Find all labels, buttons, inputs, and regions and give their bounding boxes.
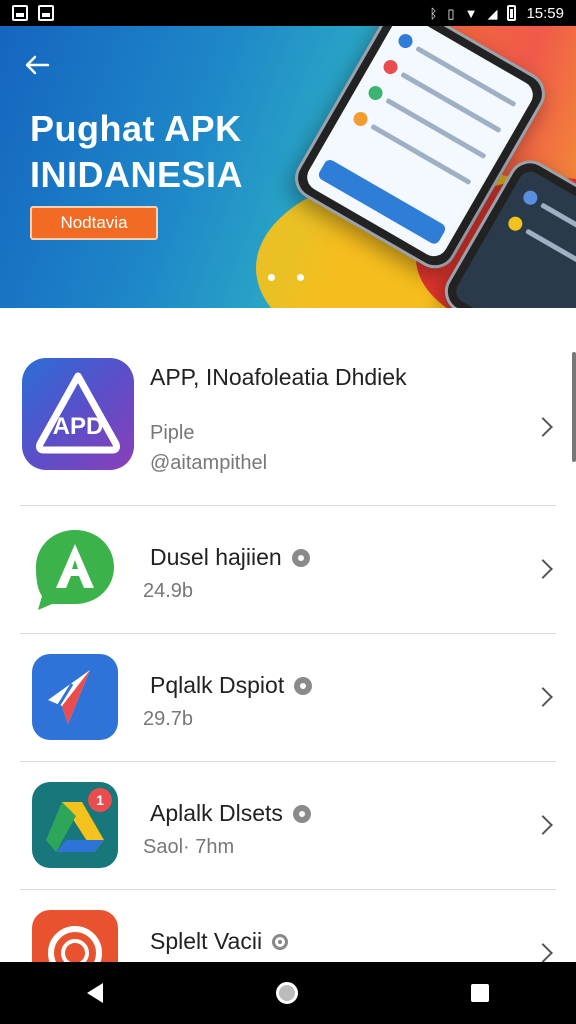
banner-title: Pughat APK INIDANESIA (30, 108, 244, 195)
back-arrow-icon[interactable] (24, 54, 50, 76)
app-title-text: Pqlalk Dspiot (150, 672, 285, 698)
app-list: APD APP, INoafoleatia Dhdiek Piple @aita… (0, 336, 576, 1018)
app-meta: 29.7b (143, 708, 194, 730)
signal-icon: ◢ (487, 5, 498, 21)
chevron-right-icon[interactable] (533, 417, 553, 437)
chevron-right-icon[interactable] (533, 687, 553, 707)
verified-badge-icon (294, 676, 313, 695)
app-title: APP, INoafoleatia Dhdiek (150, 364, 407, 390)
app-icon-drive: 1 (32, 782, 118, 868)
bluetooth-icon: ᛒ (429, 5, 438, 21)
app-meta: 24.9b (143, 580, 194, 602)
vibrate-icon: ▯ (447, 5, 455, 21)
app-title: Splelt Vacii (150, 928, 289, 955)
scrollbar[interactable] (572, 352, 576, 462)
app-icon-blue-compass (32, 654, 118, 740)
app-title-text: Dusel hajiien (150, 544, 282, 570)
list-item[interactable]: 1 Aplalk Dlsets Saol· 7hm (0, 762, 576, 890)
nav-home-icon[interactable] (275, 982, 298, 1004)
app-title: Pqlalk Dspiot (150, 672, 313, 699)
app-icon-apd: APD (22, 358, 134, 470)
nav-recents-icon[interactable] (471, 984, 490, 1002)
app-icon-green-a (32, 526, 118, 612)
list-item[interactable]: Dusel hajiien 24.9b (0, 506, 576, 634)
chevron-right-icon[interactable] (533, 559, 553, 579)
list-item-featured[interactable]: APD APP, INoafoleatia Dhdiek Piple @aita… (0, 336, 576, 506)
status-left-icons (12, 5, 54, 21)
image-icon (38, 5, 54, 21)
app-title: Aplalk Dlsets (150, 800, 311, 827)
verified-badge-icon (291, 548, 310, 567)
navigation-bar (0, 962, 576, 1024)
gallery-icon (12, 5, 28, 21)
banner-cta-button[interactable]: Nodtavia (30, 206, 158, 240)
app-meta: Saol· 7hm (143, 836, 235, 858)
carousel-dot[interactable] (297, 274, 304, 281)
notification-badge: 1 (96, 792, 104, 808)
nav-back-icon[interactable] (86, 983, 103, 1003)
hero-banner[interactable]: Pughat APK INIDANESIA Nodtavia (0, 26, 576, 308)
chevron-right-icon[interactable] (533, 943, 553, 963)
app-title: Dusel hajiien (150, 544, 310, 571)
app-title-text: Splelt Vacii (150, 928, 263, 954)
app-title-text: Aplalk Dlsets (150, 800, 283, 826)
wifi-icon: ▼ (464, 5, 478, 21)
verified-badge-icon (292, 804, 311, 823)
status-right-icons: ᛒ ▯ ▼ ◢ 15:59 (430, 5, 564, 22)
chevron-right-icon[interactable] (533, 815, 553, 835)
verified-badge-icon (272, 933, 289, 950)
carousel-dots (268, 274, 304, 281)
list-item[interactable]: Pqlalk Dspiot 29.7b (0, 634, 576, 762)
app-publisher: Piple (150, 422, 195, 444)
app-handle: @aitampithel (150, 452, 268, 474)
status-time: 15:59 (526, 4, 564, 22)
carousel-dot[interactable] (268, 274, 275, 281)
app-icon-text: APD (53, 413, 104, 440)
battery-icon (507, 5, 517, 21)
status-bar: ᛒ ▯ ▼ ◢ 15:59 (0, 0, 576, 26)
